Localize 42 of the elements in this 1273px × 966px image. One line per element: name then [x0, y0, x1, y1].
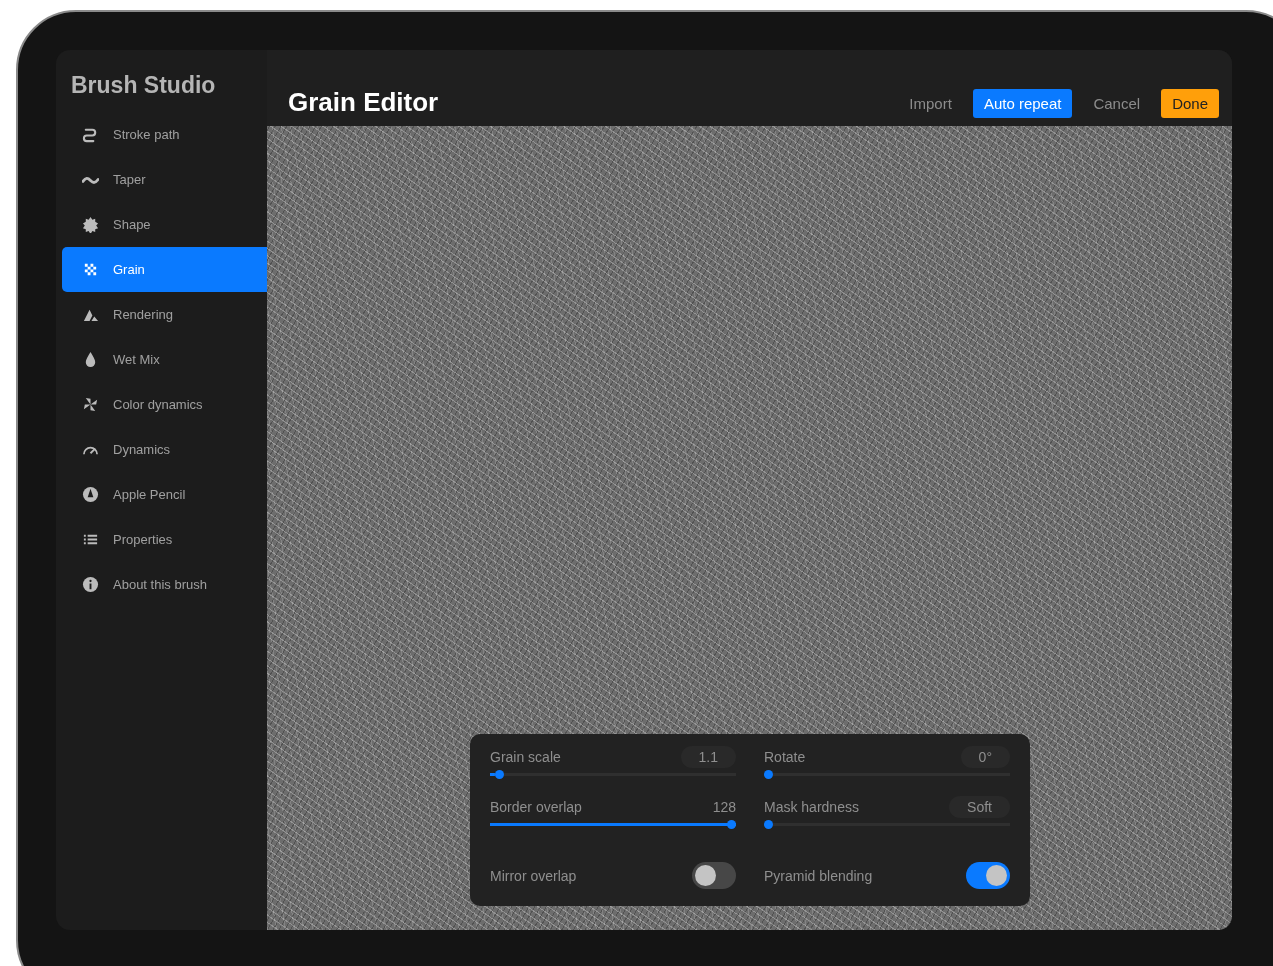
sidebar-item-icon — [82, 576, 99, 593]
sidebar-item-icon — [82, 261, 99, 278]
slider-value: 0° — [960, 745, 1010, 768]
slider-value: 1.1 — [680, 745, 736, 768]
slider-thumb[interactable] — [727, 820, 736, 829]
toggle-label: Mirror overlap — [490, 867, 577, 884]
sidebar-item[interactable]: Apple Pencil — [62, 472, 267, 517]
slider-thumb[interactable] — [494, 770, 504, 779]
slider[interactable] — [764, 770, 1010, 779]
sidebar-item-icon — [82, 126, 99, 143]
slider-value: Soft — [949, 795, 1010, 818]
sidebar-item-icon — [82, 396, 99, 413]
header-button[interactable]: Done — [1161, 89, 1219, 118]
slider-thumb[interactable] — [764, 770, 773, 779]
slider[interactable] — [764, 820, 1010, 829]
header-button[interactable]: Cancel — [1082, 89, 1152, 118]
slider-value: 128 — [712, 797, 736, 817]
sidebar-item[interactable]: Dynamics — [62, 427, 267, 472]
slider[interactable] — [490, 820, 736, 829]
header-button[interactable]: Auto repeat — [972, 89, 1073, 118]
sidebar-item-icon — [82, 486, 99, 503]
sidebar-item[interactable]: Shape — [62, 202, 267, 247]
sidebar-item[interactable]: Rendering — [62, 292, 267, 337]
slider-label: Grain scale — [490, 748, 561, 765]
slider-thumb[interactable] — [764, 820, 773, 829]
sidebar-item[interactable]: Taper — [62, 157, 267, 202]
sidebar-item[interactable]: Properties — [62, 517, 267, 562]
toggle-switch[interactable] — [692, 862, 736, 889]
slider-label: Border overlap — [490, 798, 582, 815]
sidebar-item[interactable]: Grain — [62, 247, 267, 292]
sidebar-item[interactable]: Color dynamics — [62, 382, 267, 427]
sidebar-title: Brush Studio — [71, 72, 217, 99]
sidebar-item-icon — [82, 216, 99, 233]
slider-label: Mask hardness — [764, 798, 859, 815]
toggle-switch[interactable] — [966, 862, 1010, 889]
sidebar-item[interactable]: About this brush — [62, 562, 267, 607]
sidebar-item[interactable]: Wet Mix — [62, 337, 267, 382]
header-button[interactable]: Import — [898, 89, 963, 118]
toggle-label: Pyramid blending — [764, 867, 873, 884]
slider-label: Rotate — [764, 748, 806, 765]
sidebar-item[interactable]: Stroke path — [62, 112, 267, 157]
editor-title: Grain Editor — [288, 87, 439, 118]
